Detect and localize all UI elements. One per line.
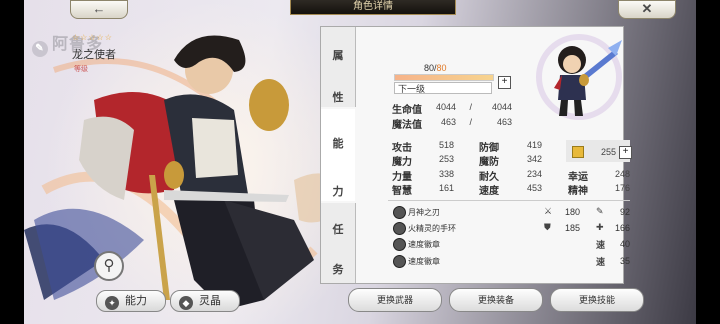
speed-label: 速	[596, 257, 606, 267]
health-icon: ✚	[596, 222, 604, 232]
tab-ability[interactable]: 能力	[321, 109, 355, 201]
mp-label: 魔法值	[392, 120, 422, 131]
rename-icon: ✎	[32, 41, 48, 57]
level-progress-bar	[394, 74, 494, 81]
hp-max: 4044	[491, 102, 512, 112]
search-icon: ⚲	[103, 257, 115, 274]
character-portrait	[536, 34, 622, 120]
magic-icon: ✎	[596, 206, 604, 216]
screen-title: 角色详情	[290, 0, 456, 15]
equipment-name[interactable]: 火精灵的手环	[408, 223, 456, 234]
hp-label: 生命值	[392, 105, 422, 116]
spirit-crystal-add-button[interactable]: +	[619, 146, 632, 159]
badge-icon	[393, 255, 406, 268]
ability-icon: ✦	[105, 296, 119, 310]
stat-value: 419	[526, 140, 542, 150]
close-icon: ✕	[641, 1, 653, 16]
next-level-label: 下一级	[394, 82, 492, 94]
level-progress-fill	[395, 75, 493, 80]
equipment-name[interactable]: 月神之刃	[408, 207, 440, 218]
divider	[388, 200, 630, 201]
level-value: 80/80	[424, 63, 447, 73]
stat-value: 176	[614, 183, 630, 193]
stat-value: 338	[438, 169, 454, 179]
speed-label: 速	[596, 240, 606, 250]
stat-label: 耐久	[479, 172, 499, 183]
crystal-icon	[572, 146, 584, 158]
zoom-button[interactable]: ⚲	[94, 251, 124, 281]
stat-label: 魔防	[479, 157, 499, 168]
equipment-stat: 92	[619, 207, 630, 217]
stat-value: 253	[438, 154, 454, 164]
stat-value: 248	[614, 169, 630, 179]
change-weapon-button[interactable]: 更换武器	[348, 288, 442, 312]
change-skill-button[interactable]: 更换技能	[550, 288, 644, 312]
stat-value: 342	[526, 154, 542, 164]
stat-value: 234	[526, 169, 542, 179]
ability-button[interactable]: ✦ 能力	[96, 290, 166, 312]
change-equipment-button[interactable]: 更换装备	[449, 288, 543, 312]
stat-label: 力量	[392, 172, 412, 183]
stat-label: 魔力	[392, 157, 412, 168]
defense-icon: ⛊	[544, 222, 551, 232]
back-button[interactable]: ←	[70, 0, 128, 19]
badge-icon	[393, 238, 406, 251]
hp-sep: /	[469, 102, 472, 112]
mp-sep: /	[469, 117, 472, 127]
character-title: 龙之使者	[72, 49, 116, 61]
stat-value: 518	[438, 140, 454, 150]
equipment-stat: 166	[614, 223, 630, 233]
detail-tabs: 属性 能力 任务	[321, 27, 356, 283]
equipment-stat: 185	[564, 223, 580, 233]
equipment-name[interactable]: 速度徽章	[408, 239, 440, 250]
close-button[interactable]: ✕	[618, 0, 676, 19]
equipment-name[interactable]: 速度徽章	[408, 256, 440, 267]
level-up-button[interactable]: +	[498, 76, 511, 89]
back-arrow-icon: ←	[92, 1, 106, 16]
stat-value: 161	[438, 183, 454, 193]
weapon-icon	[393, 206, 406, 219]
equipment-stat: 180	[564, 207, 580, 217]
stat-label: 攻击	[392, 143, 412, 154]
stat-label: 速度	[479, 186, 499, 197]
equipment-stat: 35	[619, 256, 630, 266]
stat-label: 精神	[568, 186, 588, 197]
star-rating: ☆☆☆☆☆	[72, 33, 113, 42]
spirit-crystal-value: 255	[600, 147, 616, 157]
hp-current: 4044	[435, 102, 456, 112]
mp-max: 463	[496, 117, 512, 127]
stat-label: 智慧	[392, 186, 412, 197]
crystal-icon: ◆	[179, 296, 193, 310]
level-label: 等级	[74, 66, 88, 73]
mp-current: 463	[440, 117, 456, 127]
equipment-stat: 40	[619, 239, 630, 249]
stat-value: 453	[526, 183, 542, 193]
bracelet-icon	[393, 222, 406, 235]
attack-icon: ⚔	[544, 206, 553, 216]
stat-label: 幸运	[568, 172, 588, 183]
tab-quest[interactable]: 任务	[321, 203, 356, 283]
tab-attributes[interactable]: 属性	[321, 27, 356, 107]
spirit-crystal-button[interactable]: ◆ 灵晶	[170, 290, 240, 312]
stat-label: 防御	[479, 143, 499, 154]
